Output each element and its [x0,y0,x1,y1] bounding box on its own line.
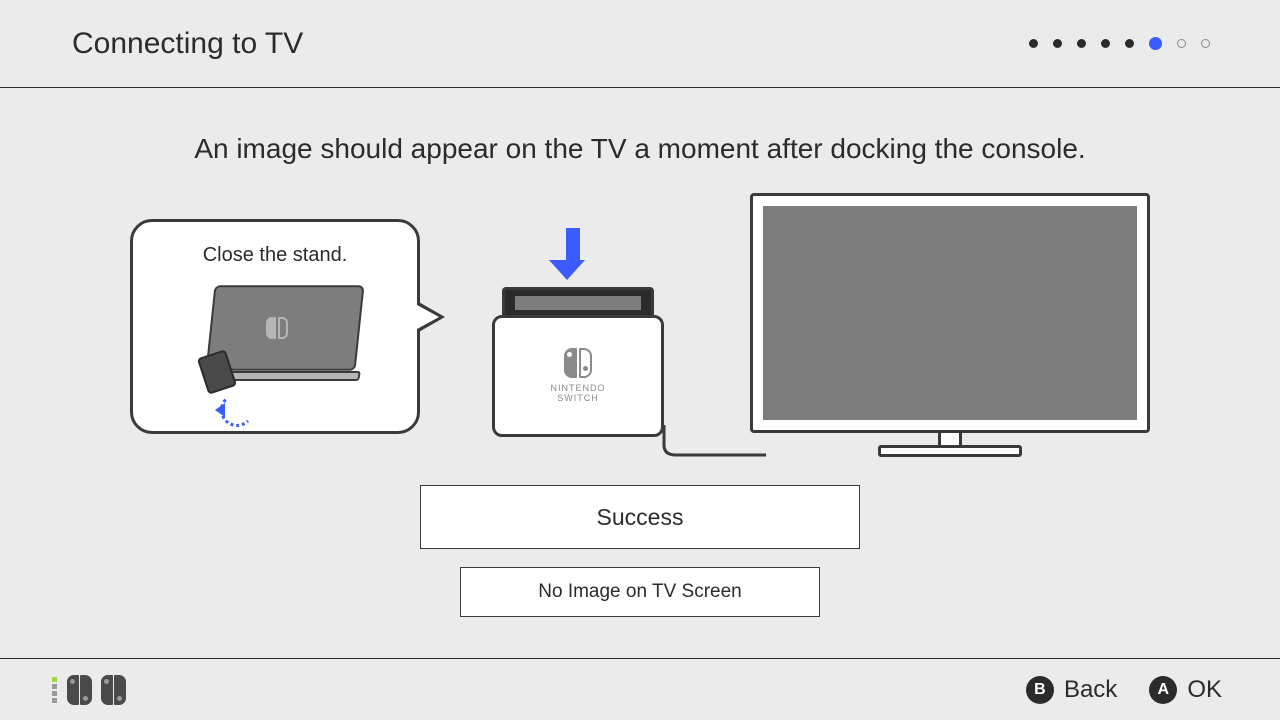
page-title: Connecting to TV [72,27,303,61]
instruction-text: An image should appear on the TV a momen… [194,133,1085,165]
controller-status-icon [52,675,126,705]
close-arrow-icon [220,393,254,427]
progress-dot [1101,39,1110,48]
dock-icon: NINTENDOSWITCH [492,203,712,443]
progress-dot-active [1149,37,1162,50]
down-arrow-icon [560,228,585,280]
button-group: Success No Image on TV Screen [420,485,860,617]
b-button-icon: B [1026,676,1054,704]
switch-logo-icon [564,348,592,378]
ok-action[interactable]: A OK [1149,676,1222,704]
progress-dot [1029,39,1038,48]
console-back-icon [190,285,360,395]
progress-dot [1077,39,1086,48]
no-image-button[interactable]: No Image on TV Screen [460,567,820,617]
tv-icon [750,193,1150,473]
progress-dot [1125,39,1134,48]
dock-brand-label: NINTENDOSWITCH [551,384,606,404]
main-content: An image should appear on the TV a momen… [0,88,1280,658]
progress-dot [1177,39,1186,48]
back-label: Back [1064,676,1117,704]
connection-diagram: Close the stand. [130,203,1150,463]
speech-tail-icon [417,301,445,333]
progress-dots [1029,37,1210,50]
header: Connecting to TV [0,0,1280,88]
progress-dot [1201,39,1210,48]
a-button-icon: A [1149,676,1177,704]
progress-dot [1053,39,1062,48]
setup-screen: Connecting to TV An image should appear … [0,0,1280,720]
success-button[interactable]: Success [420,485,860,549]
ok-label: OK [1187,676,1222,704]
back-action[interactable]: B Back [1026,676,1117,704]
footer-actions: B Back A OK [1026,676,1222,704]
speech-bubble: Close the stand. [130,219,420,434]
footer: B Back A OK [0,658,1280,720]
speech-label: Close the stand. [203,244,348,267]
